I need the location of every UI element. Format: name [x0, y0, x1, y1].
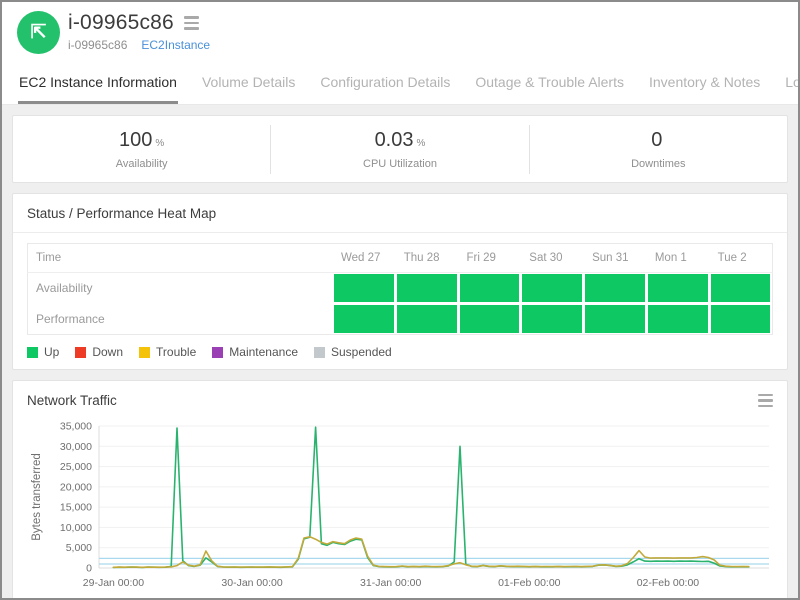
- stat-value: 100: [119, 128, 153, 151]
- legend-item-suspended: Suspended: [314, 345, 392, 359]
- legend-label: Trouble: [156, 345, 197, 359]
- heatmap-cell-up[interactable]: [522, 274, 583, 303]
- stat-value: 0: [651, 128, 663, 151]
- heatmap-table: Time Wed 27 Thu 28 Fri 29 Sat 30 Sun 31 Mon 1T…: [27, 243, 773, 335]
- legend-swatch-icon: [139, 346, 151, 358]
- instance-type-link[interactable]: EC2Instance: [141, 38, 210, 52]
- page-title: i-09965c86: [68, 11, 174, 34]
- heatmap-legend: Up Down Trouble Maintenance Suspended: [27, 345, 773, 359]
- heatmap-column-header: Time: [27, 243, 333, 273]
- legend-item-down: Down: [75, 345, 123, 359]
- heatmap-cell-up[interactable]: [522, 304, 583, 333]
- svg-text:35,000: 35,000: [60, 421, 92, 433]
- instance-avatar: ⇱︎: [17, 11, 60, 54]
- svg-text:25,000: 25,000: [60, 461, 92, 473]
- svg-text:02-Feb 00:00: 02-Feb 00:00: [637, 577, 700, 589]
- heatmap-cell-up[interactable]: [710, 304, 770, 333]
- heatmap-cell-up[interactable]: [647, 274, 708, 303]
- main-content: 100% Availability 0.03% CPU Utilization 0 Dow…: [2, 105, 798, 600]
- svg-text:Bytes transferred: Bytes transferred: [31, 453, 43, 541]
- heatmap-cell-up[interactable]: [459, 304, 520, 333]
- legend-item-up: Up: [27, 345, 59, 359]
- network-traffic-title: Network Traffic: [27, 393, 117, 408]
- up-arrow-icon: ⇱︎: [30, 22, 47, 43]
- hamburger-menu-icon[interactable]: [183, 16, 199, 30]
- legend-label: Suspended: [331, 345, 392, 359]
- stat-cpu-utilization: 0.03% CPU Utilization: [270, 124, 528, 174]
- heatmap-cell-up[interactable]: [396, 274, 457, 303]
- svg-text:31-Jan 00:00: 31-Jan 00:00: [360, 577, 421, 589]
- heatmap-row-availability: Availability: [28, 273, 773, 304]
- svg-text:0: 0: [86, 563, 92, 575]
- tab-volume-details[interactable]: Volume Details: [201, 74, 296, 104]
- heatmap-column-header: Mon 1: [646, 243, 710, 273]
- legend-label: Maintenance: [229, 345, 298, 359]
- summary-stats-panel: 100% Availability 0.03% CPU Utilization 0 Dow…: [12, 115, 788, 183]
- svg-text:15,000: 15,000: [60, 502, 92, 514]
- heatmap-column-header: Tue 2: [709, 243, 773, 273]
- legend-swatch-icon: [75, 346, 87, 358]
- svg-text:20,000: 20,000: [60, 481, 92, 493]
- heatmap-row-label: Performance: [36, 311, 105, 326]
- header: ⇱︎ i-09965c86 i-09965c86 EC2Instance: [2, 2, 798, 64]
- heatmap-cell-up[interactable]: [710, 274, 770, 303]
- svg-text:30-Jan 00:00: 30-Jan 00:00: [221, 577, 282, 589]
- heatmap-cell-up[interactable]: [585, 304, 645, 333]
- svg-text:30,000: 30,000: [60, 441, 92, 453]
- network-traffic-chart[interactable]: 0 5,000 10,000 15,000 20,000 25,000 30,000 35,0…: [27, 416, 779, 600]
- legend-label: Down: [92, 345, 124, 359]
- heatmap-column-header: Thu 28: [395, 243, 459, 273]
- divider: [13, 232, 787, 233]
- stat-availability: 100% Availability: [13, 125, 270, 174]
- legend-item-maintenance: Maintenance: [212, 345, 298, 359]
- stat-unit: %: [155, 137, 165, 149]
- instance-id-label: i-09965c86: [68, 38, 128, 52]
- legend-label: Up: [44, 345, 60, 359]
- tab-configuration-details[interactable]: Configuration Details: [319, 74, 451, 104]
- heatmap-title: Status / Performance Heat Map: [27, 206, 217, 221]
- stat-label: Availability: [115, 157, 168, 170]
- tab-bar: EC2 Instance Information Volume Details Co…: [2, 64, 798, 105]
- legend-swatch-icon: [27, 346, 38, 358]
- tab-outage-trouble-alerts[interactable]: Outage & Trouble Alerts: [474, 74, 625, 104]
- legend-swatch-icon: [212, 346, 224, 358]
- heatmap-cell-up[interactable]: [459, 274, 520, 303]
- svg-text:01-Feb 00:00: 01-Feb 00:00: [498, 577, 561, 589]
- heatmap-header-row: Time Wed 27 Thu 28 Fri 29 Sat 30 Sun 31 Mon 1T…: [27, 243, 773, 273]
- stat-label: Downtimes: [631, 157, 686, 170]
- stat-label: CPU Utilization: [363, 157, 437, 170]
- heatmap-body: Availability Performance: [28, 273, 773, 335]
- stat-downtimes: 0 Downtimes: [528, 124, 787, 174]
- svg-text:10,000: 10,000: [60, 522, 92, 534]
- legend-item-trouble: Trouble: [139, 345, 196, 359]
- heatmap-cell-up[interactable]: [333, 274, 394, 303]
- heatmap-column-header: Wed 27: [332, 243, 396, 273]
- legend-swatch-icon: [314, 346, 325, 358]
- stat-value: 0.03: [374, 128, 414, 151]
- heatmap-column-header: Sun 31: [584, 243, 647, 273]
- tab-inventory-notes[interactable]: Inventory & Notes: [648, 74, 761, 104]
- network-traffic-panel: Network Traffic 0 5,000 10,000 15,000 20,000…: [12, 380, 788, 600]
- heatmap-cell-up[interactable]: [647, 304, 708, 333]
- chart-menu-icon[interactable]: [758, 393, 773, 408]
- svg-text:5,000: 5,000: [66, 542, 92, 554]
- heatmap-column-header: Fri 29: [458, 243, 522, 273]
- heatmap-row-label: Availability: [36, 281, 93, 296]
- heatmap-cell-up[interactable]: [333, 304, 394, 333]
- heatmap-column-header: Sat 30: [521, 243, 585, 273]
- tab-ec2-instance-information[interactable]: EC2 Instance Information: [18, 74, 178, 104]
- heatmap-panel: Status / Performance Heat Map Time Wed 27…: [12, 193, 788, 370]
- app-window: ⇱︎ i-09965c86 i-09965c86 EC2Instance EC2…: [0, 0, 800, 600]
- tab-log-report[interactable]: Log Report: [784, 74, 798, 104]
- heatmap-cell-up[interactable]: [585, 274, 645, 303]
- heatmap-cell-up[interactable]: [396, 304, 457, 333]
- svg-text:29-Jan 00:00: 29-Jan 00:00: [83, 577, 144, 589]
- heatmap-row-performance: Performance: [28, 304, 773, 335]
- stat-unit: %: [416, 137, 426, 149]
